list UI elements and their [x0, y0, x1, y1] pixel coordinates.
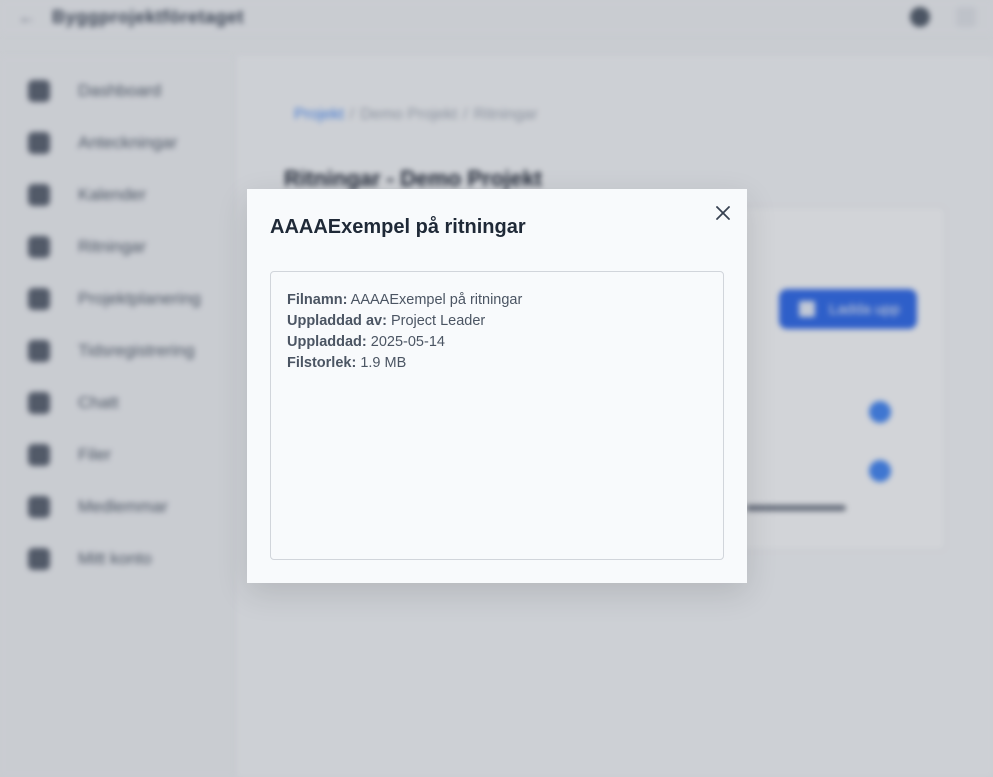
metadata-key: Uppladdad: — [287, 334, 367, 350]
metadata-key: Filnamn: — [287, 292, 348, 308]
metadata-row-filename: Filnamn: AAAAExempel på ritningar — [287, 290, 707, 311]
metadata-key: Filstorlek: — [287, 355, 357, 371]
file-metadata-box: Filnamn: AAAAExempel på ritningar Upplad… — [270, 271, 724, 560]
file-details-modal: AAAAExempel på ritningar Filnamn: AAAAEx… — [247, 189, 747, 583]
metadata-row-filesize: Filstorlek: 1.9 MB — [287, 353, 707, 374]
metadata-key: Uppladdad av: — [287, 313, 387, 329]
close-button[interactable] — [712, 202, 734, 224]
metadata-value: Project Leader — [390, 313, 486, 329]
metadata-value: AAAAExempel på ritningar — [350, 292, 523, 308]
metadata-row-uploaded-by: Uppladdad av: Project Leader — [287, 311, 707, 332]
metadata-value: 2025-05-14 — [370, 334, 445, 350]
metadata-value: 1.9 MB — [360, 355, 407, 371]
modal-title: AAAAExempel på ritningar — [270, 216, 526, 238]
metadata-row-uploaded-date: Uppladdad: 2025-05-14 — [287, 332, 707, 353]
close-icon — [716, 206, 730, 220]
